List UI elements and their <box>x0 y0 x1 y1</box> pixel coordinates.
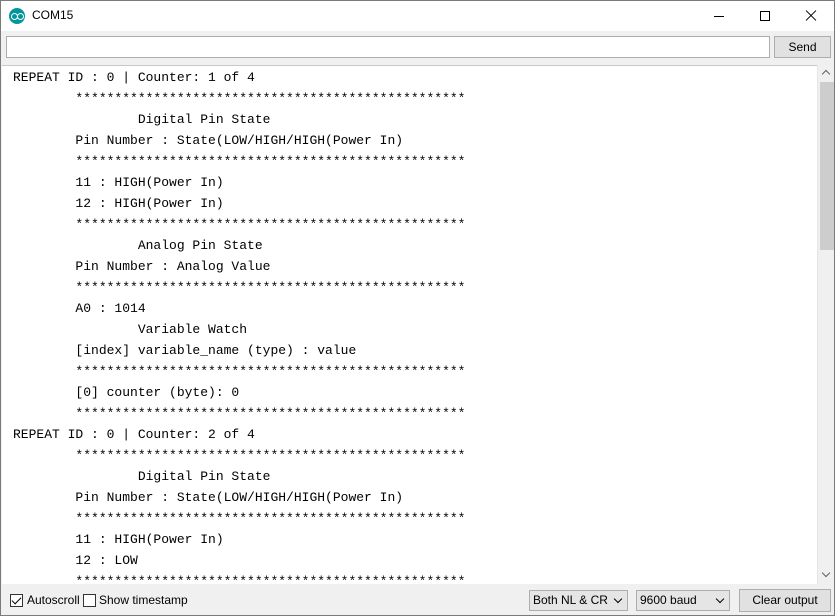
output-line: ****************************************… <box>13 154 466 169</box>
bottom-bar: Autoscroll Show timestamp Both NL & CR 9… <box>1 585 834 615</box>
send-button[interactable]: Send <box>774 36 831 58</box>
timestamp-checkbox[interactable] <box>83 594 96 607</box>
baud-rate-select[interactable]: 9600 baud <box>636 590 730 611</box>
minimize-button[interactable] <box>696 1 742 31</box>
output-line: ****************************************… <box>13 364 466 379</box>
autoscroll-checkbox[interactable] <box>10 594 23 607</box>
output-line: 11 : HIGH(Power In) <box>13 175 224 190</box>
output-line: [index] variable_name (type) : value <box>13 343 357 358</box>
autoscroll-label: Autoscroll <box>27 593 80 607</box>
output-line: ****************************************… <box>13 574 466 584</box>
serial-monitor-window: COM15 Send REPEAT ID : 0 | Counter: 1 of… <box>0 0 835 616</box>
output-line: ****************************************… <box>13 406 466 421</box>
output-line: REPEAT ID : 0 | Counter: 2 of 4 <box>13 427 255 442</box>
chevron-down-icon <box>613 594 623 604</box>
output-line: Pin Number : State(LOW/HIGH/HIGH(Power I… <box>13 133 404 148</box>
output-line: 12 : LOW <box>13 553 138 568</box>
output-line: ****************************************… <box>13 91 466 106</box>
output-line: Digital Pin State <box>13 469 271 484</box>
arduino-icon <box>9 8 25 24</box>
line-ending-select[interactable]: Both NL & CR <box>529 590 628 611</box>
close-button[interactable] <box>788 1 834 31</box>
timestamp-label: Show timestamp <box>99 593 188 607</box>
output-line: Pin Number : State(LOW/HIGH/HIGH(Power I… <box>13 490 404 505</box>
output-line: ****************************************… <box>13 217 466 232</box>
output-line: Pin Number : Analog Value <box>13 259 271 274</box>
minimize-icon <box>714 16 724 17</box>
scroll-up-icon[interactable] <box>818 65 834 82</box>
output-line: Digital Pin State <box>13 112 271 127</box>
clear-output-button[interactable]: Clear output <box>739 589 831 612</box>
line-ending-value: Both NL & CR <box>533 593 608 607</box>
serial-output[interactable]: REPEAT ID : 0 | Counter: 1 of 4 ********… <box>2 65 817 584</box>
output-line: 11 : HIGH(Power In) <box>13 532 224 547</box>
scroll-down-icon[interactable] <box>818 567 834 584</box>
output-line: Analog Pin State <box>13 238 263 253</box>
maximize-button[interactable] <box>742 1 788 31</box>
title-bar: COM15 <box>1 1 834 31</box>
output-line: REPEAT ID : 0 | Counter: 1 of 4 <box>13 70 255 85</box>
output-line: [0] counter (byte): 0 <box>13 385 240 400</box>
output-line: Variable Watch <box>13 322 248 337</box>
output-line: 12 : HIGH(Power In) <box>13 196 224 211</box>
output-line: ****************************************… <box>13 511 466 526</box>
chevron-down-icon <box>715 594 725 604</box>
output-line: ****************************************… <box>13 280 466 295</box>
output-line: ****************************************… <box>13 448 466 463</box>
vertical-scrollbar[interactable] <box>817 65 834 584</box>
output-line: A0 : 1014 <box>13 301 146 316</box>
maximize-icon <box>760 11 770 21</box>
scroll-thumb[interactable] <box>820 82 834 250</box>
baud-rate-value: 9600 baud <box>640 593 697 607</box>
send-input[interactable] <box>6 36 770 58</box>
window-title: COM15 <box>32 8 74 22</box>
